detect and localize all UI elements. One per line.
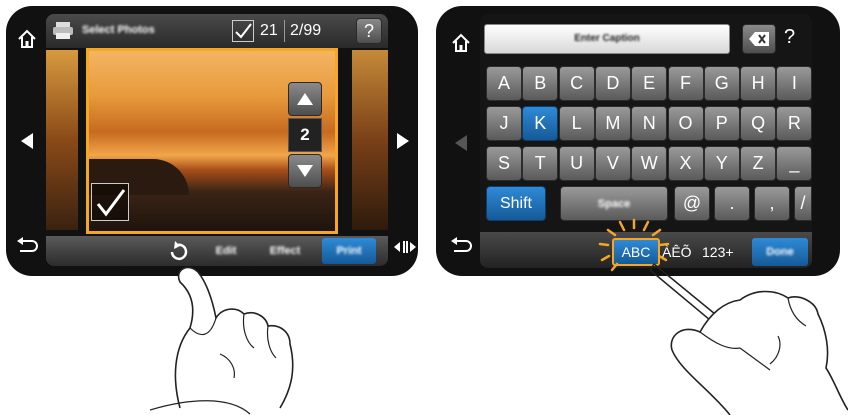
key-o[interactable]: O (667, 106, 704, 141)
backspace-icon (749, 32, 769, 46)
print-label: Print (336, 245, 362, 257)
key-comma[interactable]: , (754, 186, 790, 221)
key-dot[interactable]: . (714, 186, 750, 221)
left-screen: Select Photos 21 2/99 ? 2 Edit Effect Pr… (46, 14, 388, 266)
arrow-left-icon (448, 130, 474, 156)
key-slash[interactable]: / (794, 186, 812, 221)
next-photo-strip (352, 50, 388, 230)
finger-hand-illustration (150, 266, 294, 415)
key-d[interactable]: D (594, 66, 631, 101)
key-r[interactable]: R (776, 106, 812, 141)
key-u[interactable]: U (558, 146, 595, 181)
check-icon (232, 20, 254, 42)
photo-quantity: 2 (288, 118, 322, 152)
key-e[interactable]: E (631, 66, 668, 101)
effect-button[interactable]: Effect (260, 245, 310, 257)
caption-field[interactable]: Enter Caption (484, 24, 730, 54)
header-divider (284, 20, 285, 42)
key-b[interactable]: B (522, 66, 559, 101)
home-icon[interactable] (448, 30, 474, 56)
backspace-button[interactable] (742, 24, 776, 54)
key-at[interactable]: @ (674, 186, 710, 221)
left-device: Select Photos 21 2/99 ? 2 Edit Effect Pr… (6, 6, 418, 276)
caption-placeholder: Enter Caption (574, 33, 640, 44)
key-q[interactable]: Q (740, 106, 777, 141)
stylus-hand-illustration (649, 263, 848, 415)
key-p[interactable]: P (703, 106, 740, 141)
key-a[interactable]: A (486, 66, 522, 101)
right-device: Enter Caption ? ABCDEFGHI JKLMNOPQR STUV… (436, 6, 840, 276)
shift-key[interactable]: Shift (486, 186, 546, 221)
key-s[interactable]: S (486, 146, 522, 181)
key-h[interactable]: H (740, 66, 777, 101)
key-l[interactable]: L (558, 106, 595, 141)
arrow-up-button[interactable] (288, 82, 322, 116)
key-v[interactable]: V (594, 146, 631, 181)
back-icon[interactable] (448, 232, 474, 258)
space-label: Space (597, 197, 631, 210)
key-y[interactable]: Y (703, 146, 740, 181)
photo-check-box[interactable] (91, 183, 129, 221)
key-t[interactable]: T (522, 146, 559, 181)
key-i[interactable]: I (776, 66, 812, 101)
key-m[interactable]: M (594, 106, 631, 141)
arrow-left-icon[interactable] (14, 128, 40, 154)
selected-count: 21 (260, 22, 278, 39)
key-w[interactable]: W (631, 146, 668, 181)
key-c[interactable]: C (558, 66, 595, 101)
key-f[interactable]: F (667, 66, 704, 101)
prev-photo-strip (46, 50, 78, 230)
key-z[interactable]: Z (740, 146, 777, 181)
arrow-right-icon[interactable] (390, 128, 416, 154)
printer-icon (52, 22, 74, 40)
key-underscore[interactable]: _ (776, 146, 812, 181)
key-x[interactable]: X (667, 146, 704, 181)
arrow-down-button[interactable] (288, 154, 322, 188)
help-button[interactable]: ? (356, 18, 382, 44)
key-k[interactable]: K (522, 106, 559, 141)
left-header: Select Photos 21 2/99 ? (46, 14, 388, 48)
home-icon[interactable] (14, 26, 40, 52)
arrow-up-icon (297, 93, 313, 105)
screen-title: Select Photos (82, 24, 155, 36)
page-counter: 2/99 (290, 22, 322, 39)
help-button-right[interactable]: ? (784, 26, 795, 49)
back-icon[interactable] (14, 232, 40, 258)
key-n[interactable]: N (631, 106, 668, 141)
key-g[interactable]: G (703, 66, 740, 101)
arrow-down-icon (297, 165, 313, 177)
key-j[interactable]: J (486, 106, 522, 141)
play-pause-icon[interactable] (392, 234, 418, 260)
edit-button[interactable]: Edit (204, 245, 248, 257)
